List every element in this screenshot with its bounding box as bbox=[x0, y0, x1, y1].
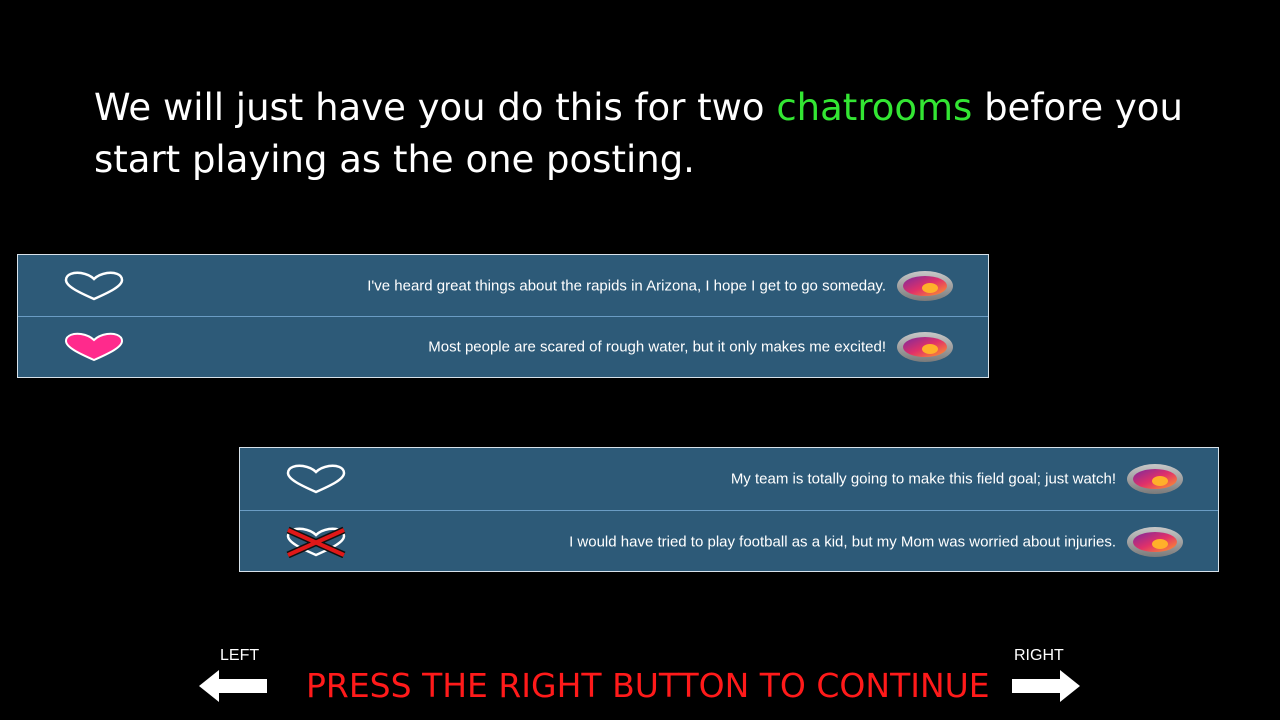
post-text: Most people are scared of rough water, b… bbox=[428, 338, 886, 356]
avatar-icon bbox=[1127, 526, 1183, 557]
post-text: My team is totally going to make this fi… bbox=[730, 470, 1116, 488]
chat-post: I would have tried to play football as a… bbox=[240, 510, 1218, 572]
chat-post: My team is totally going to make this fi… bbox=[240, 448, 1218, 510]
avatar-icon bbox=[897, 270, 953, 301]
avatar-icon bbox=[1127, 464, 1183, 494]
chatroom-2: My team is totally going to make this fi… bbox=[239, 447, 1219, 572]
chat-post: I've heard great things about the rapids… bbox=[18, 255, 988, 316]
left-arrow-icon[interactable] bbox=[199, 670, 269, 702]
chat-post: Most people are scared of rough water, b… bbox=[18, 316, 988, 377]
filled-heart-icon[interactable] bbox=[64, 331, 124, 363]
post-text: I would have tried to play football as a… bbox=[569, 533, 1116, 550]
headline-text-start: We will just have you do this for two bbox=[94, 86, 777, 129]
headline-highlight: chatrooms bbox=[776, 86, 973, 129]
post-text: I've heard great things about the rapids… bbox=[367, 277, 886, 294]
crossed-heart-icon[interactable] bbox=[286, 526, 346, 558]
chatroom-1: I've heard great things about the rapids… bbox=[17, 254, 989, 378]
left-button-label: LEFT bbox=[220, 647, 260, 664]
instruction-headline: We will just have you do this for two ch… bbox=[94, 82, 1214, 186]
continue-instruction: PRESS THE RIGHT BUTTON TO CONTINUE bbox=[306, 666, 990, 705]
empty-heart-icon[interactable] bbox=[286, 463, 346, 495]
empty-heart-icon[interactable] bbox=[64, 270, 124, 302]
right-arrow-icon[interactable] bbox=[1010, 670, 1080, 702]
avatar-icon bbox=[897, 332, 953, 362]
right-button-label: RIGHT bbox=[1014, 647, 1064, 664]
